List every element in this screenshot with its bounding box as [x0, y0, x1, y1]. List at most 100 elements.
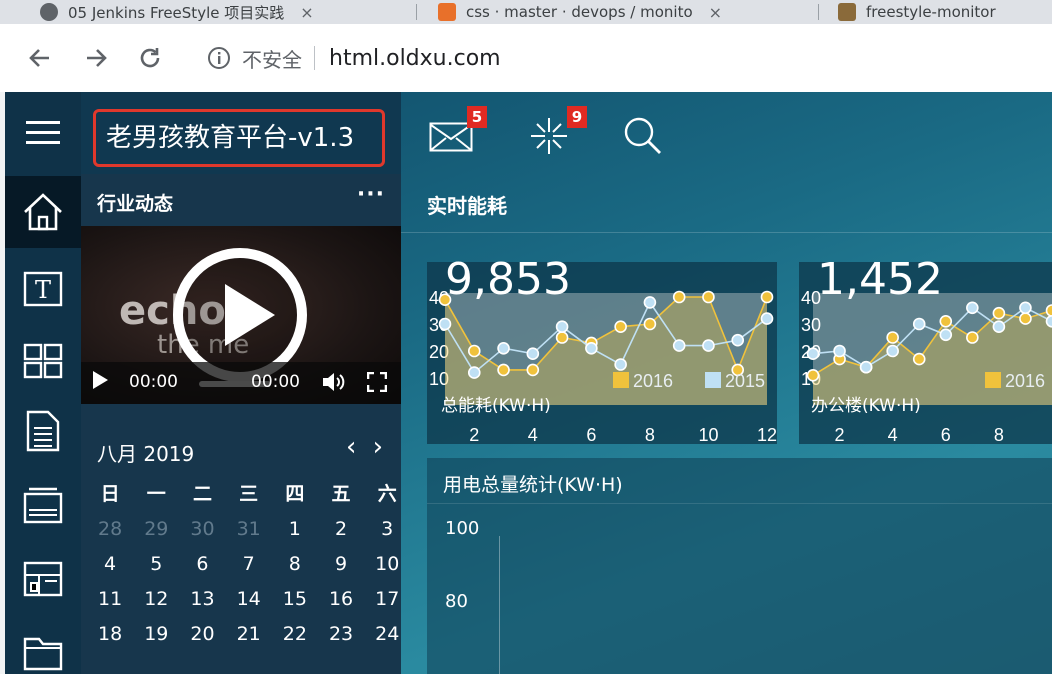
- menu-toggle-button[interactable]: [5, 92, 81, 174]
- nav-text[interactable]: T: [5, 254, 81, 324]
- calendar-nav[interactable]: ‹ ›: [346, 432, 387, 462]
- nav-layout[interactable]: [5, 544, 81, 614]
- tab-favicon-icon: [40, 3, 58, 21]
- browser-tab-jenkins[interactable]: 05 Jenkins FreeStyle 项目实践 ×: [28, 0, 410, 24]
- calendar-day[interactable]: 8: [272, 552, 318, 576]
- calendar-day[interactable]: 3: [364, 517, 410, 541]
- url-text[interactable]: html.oldxu.com: [329, 46, 501, 71]
- calendar-day[interactable]: 10: [364, 552, 410, 576]
- legend-swatch-2016: [985, 372, 1001, 388]
- nav-layers[interactable]: [5, 470, 81, 540]
- search-button[interactable]: [623, 114, 675, 158]
- calendar-day[interactable]: 20: [179, 622, 225, 646]
- data-point-2015: [859, 360, 873, 374]
- tab-close-icon[interactable]: ×: [709, 3, 722, 22]
- tab-close-icon[interactable]: ×: [300, 3, 313, 22]
- tab-title: css · master · devops / monito: [466, 3, 693, 21]
- back-button[interactable]: [22, 40, 58, 76]
- legend-swatch-2015: [705, 372, 721, 388]
- calendar-day[interactable]: 19: [133, 622, 179, 646]
- calendar-day[interactable]: 16: [318, 587, 364, 611]
- calendar-day[interactable]: 7: [226, 552, 272, 576]
- grid-icon: [23, 343, 63, 379]
- x-tick-label: 4: [528, 425, 538, 444]
- data-point-2016: [760, 290, 774, 304]
- browser-tab-gitlab[interactable]: css · master · devops / monito ×: [426, 0, 810, 24]
- calendar-day[interactable]: 21: [226, 622, 272, 646]
- icon-sidebar: T: [5, 92, 81, 674]
- data-point-2015: [731, 333, 745, 347]
- calendar-day[interactable]: 1: [272, 517, 318, 541]
- nav-folder[interactable]: [5, 618, 81, 674]
- calendar-day[interactable]: 5: [133, 552, 179, 576]
- control-play-icon[interactable]: [93, 371, 108, 389]
- folder-icon: [23, 637, 63, 671]
- calendar-day[interactable]: 6: [179, 552, 225, 576]
- calendar-day[interactable]: 9: [318, 552, 364, 576]
- data-point-2015: [526, 347, 540, 360]
- browser-tab-freestyle[interactable]: freestyle-monitor: [826, 0, 1052, 24]
- menu-icon: [26, 121, 60, 144]
- video-player[interactable]: echo the me 00:00 00:00: [81, 226, 401, 404]
- alerts-button[interactable]: 9: [527, 106, 587, 158]
- more-options-button[interactable]: ···: [357, 182, 385, 207]
- calendar-day[interactable]: 17: [364, 587, 410, 611]
- data-point-2015: [467, 366, 481, 379]
- calendar-day[interactable]: 12: [133, 587, 179, 611]
- section-divider: [401, 232, 1052, 233]
- news-panel: 行业动态 ··· echo the me 00:00 00:00 八月 2019…: [81, 174, 401, 674]
- data-point-2015: [555, 320, 569, 333]
- calendar-day[interactable]: 31: [226, 517, 272, 541]
- calendar-day[interactable]: 4: [87, 552, 133, 576]
- volume-icon[interactable]: [321, 371, 345, 393]
- nav-home[interactable]: [5, 176, 81, 248]
- calendar-day[interactable]: 15: [272, 587, 318, 611]
- x-tick-label: 8: [645, 425, 655, 444]
- calendar-day[interactable]: 24: [364, 622, 410, 646]
- tab-title: 05 Jenkins FreeStyle 项目实践: [68, 3, 285, 22]
- nav-document[interactable]: [5, 396, 81, 466]
- address-bar[interactable]: 不安全 html.oldxu.com: [196, 36, 1052, 80]
- data-point-2016: [886, 331, 899, 344]
- data-point-2015: [672, 339, 686, 352]
- data-point-2015: [760, 312, 774, 325]
- nav-grid[interactable]: [5, 326, 81, 396]
- data-point-2016: [939, 314, 953, 328]
- data-point-2015: [833, 344, 846, 358]
- calendar-day[interactable]: 30: [179, 517, 225, 541]
- data-point-2016: [806, 369, 820, 382]
- calendar-month: 八月 2019: [97, 442, 195, 466]
- reload-button[interactable]: [132, 40, 168, 76]
- data-point-2015: [1019, 301, 1032, 315]
- calendar-day[interactable]: 22: [272, 622, 318, 646]
- document-icon: [26, 410, 60, 452]
- x-tick-label: 6: [941, 425, 951, 444]
- calendar-day[interactable]: 2: [318, 517, 364, 541]
- data-point-2015: [912, 317, 926, 331]
- weekday-label: 一: [146, 483, 166, 505]
- data-point-2016: [1019, 312, 1032, 325]
- mail-button[interactable]: 5: [429, 106, 487, 158]
- current-time: 00:00: [129, 372, 178, 392]
- calendar-day[interactable]: 18: [87, 622, 133, 646]
- fullscreen-icon[interactable]: [367, 372, 387, 392]
- calendar-day[interactable]: 13: [179, 587, 225, 611]
- data-point-2016: [992, 306, 1006, 320]
- info-icon[interactable]: [206, 45, 232, 71]
- data-point-2015: [992, 320, 1006, 333]
- tab-title: freestyle-monitor: [866, 3, 996, 21]
- calendar-day[interactable]: 14: [226, 587, 272, 611]
- text-icon: T: [23, 271, 63, 307]
- calendar-day[interactable]: 28: [87, 517, 133, 541]
- card-value: 1,452: [817, 254, 943, 305]
- forward-button[interactable]: [78, 40, 114, 76]
- calendar-day[interactable]: 23: [318, 622, 364, 646]
- video-controls: 00:00 00:00: [81, 362, 401, 404]
- data-point-2016: [966, 331, 979, 344]
- data-point-2015: [886, 344, 899, 358]
- calendar-day[interactable]: 11: [87, 587, 133, 611]
- data-point-2015: [497, 342, 510, 355]
- tab-divider: [416, 4, 417, 20]
- sparkle-icon: [531, 118, 567, 154]
- calendar-day[interactable]: 29: [133, 517, 179, 541]
